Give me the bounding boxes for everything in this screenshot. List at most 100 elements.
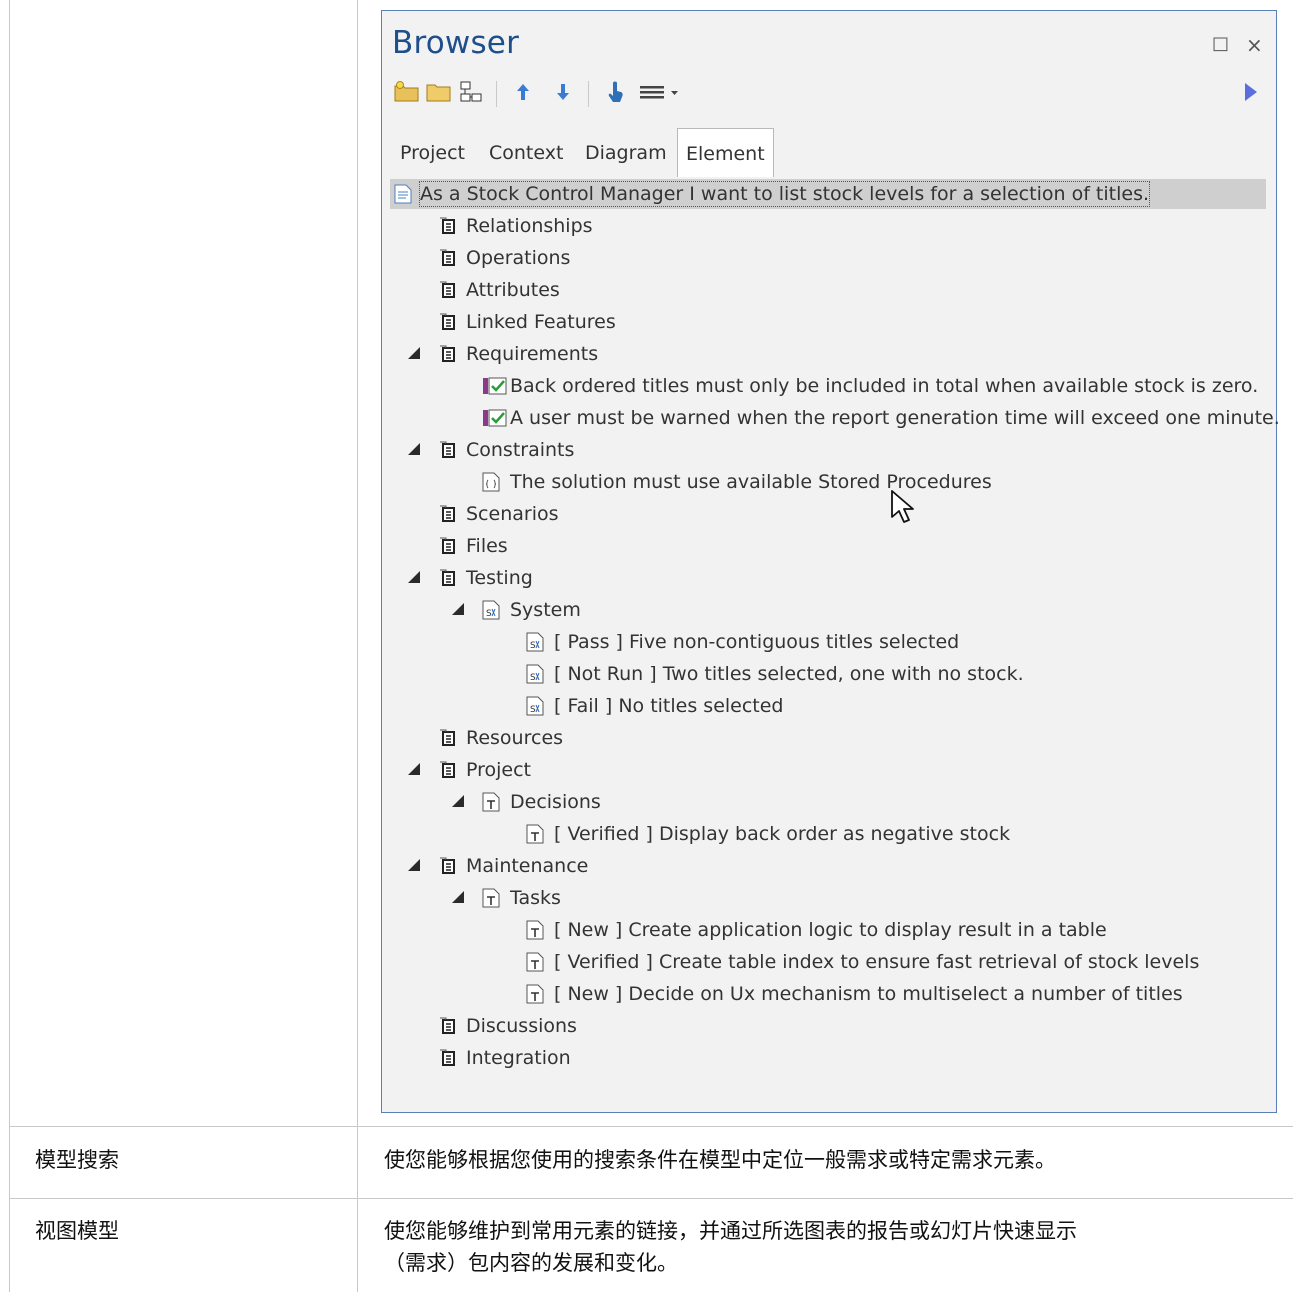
tree-item-task[interactable]: [ Verified ] Create table index to ensur… (390, 947, 1272, 977)
tree-label: [ Verified ] Display back order as negat… (554, 823, 1011, 845)
task-document-icon (482, 888, 500, 908)
tree-item-testing[interactable]: Testing (390, 563, 1272, 593)
constraint-icon (482, 472, 500, 492)
section-icon (440, 505, 455, 522)
move-up-icon[interactable] (508, 77, 538, 107)
test-document-icon: S (482, 600, 500, 620)
tree-label: Resources (466, 727, 564, 749)
tree-item-requirement[interactable]: A user must be warned when the report ge… (390, 403, 1280, 433)
maximize-button[interactable]: □ (1212, 33, 1229, 54)
tree-label: Project (466, 759, 532, 781)
tree-root-item[interactable]: As a Stock Control Manager I want to lis… (390, 179, 1266, 209)
tree-label: A user must be warned when the report ge… (510, 407, 1280, 429)
tree-label: Requirements (466, 343, 599, 365)
task-document-icon (526, 984, 544, 1004)
tree-item-system[interactable]: S System (390, 595, 1272, 625)
section-icon (440, 281, 455, 298)
folder-icon[interactable] (424, 77, 454, 107)
expand-arrow-icon[interactable] (408, 347, 420, 359)
browser-title: Browser (392, 25, 520, 61)
expand-arrow-icon[interactable] (452, 603, 464, 615)
tree-item-scenarios[interactable]: Scenarios (390, 499, 1272, 529)
expand-arrow-icon[interactable] (452, 795, 464, 807)
tree-label: Maintenance (466, 855, 589, 877)
section-icon (440, 217, 455, 234)
test-document-icon: S (526, 664, 544, 684)
locate-icon[interactable] (600, 77, 630, 107)
tree-item-files[interactable]: Files (390, 531, 1272, 561)
browser-tabs: Project Context Diagram Element (392, 128, 1268, 178)
tab-project[interactable]: Project (392, 128, 473, 178)
task-document-icon (526, 920, 544, 940)
expand-arrow-icon[interactable] (408, 443, 420, 455)
tab-element[interactable]: Element (677, 128, 774, 178)
table-column-divider (357, 0, 358, 1292)
tree-label: [ New ] Decide on Ux mechanism to multis… (554, 983, 1183, 1005)
expand-arrow-icon[interactable] (408, 859, 420, 871)
tree-item-task[interactable]: [ New ] Decide on Ux mechanism to multis… (390, 979, 1272, 1009)
tree-item-test[interactable]: S [ Pass ] Five non-contiguous titles se… (390, 627, 1272, 657)
table-row2-description-line1: 使您能够维护到常用元素的链接，并通过所选图表的报告或幻灯片快速显示 (384, 1219, 1077, 1243)
tree-item-requirement[interactable]: Back ordered titles must only be include… (390, 371, 1272, 401)
play-icon[interactable] (1236, 77, 1266, 107)
section-icon (440, 569, 455, 586)
tree-item-requirements[interactable]: Requirements (390, 339, 1272, 369)
svg-text:S: S (530, 673, 536, 683)
section-icon (440, 313, 455, 330)
tree-label: Constraints (466, 439, 575, 461)
toolbar-separator (588, 81, 589, 107)
tree-item-resources[interactable]: Resources (390, 723, 1272, 753)
tree-item-relationships[interactable]: Relationships (390, 211, 1272, 241)
document-icon (394, 184, 412, 204)
tree-label: Files (466, 535, 508, 557)
expand-arrow-icon[interactable] (408, 763, 420, 775)
section-icon (440, 761, 455, 778)
tree-label: Decisions (510, 791, 601, 813)
tree-label: [ Fail ] No titles selected (554, 695, 784, 717)
tree-label: System (510, 599, 581, 621)
tree-item-test[interactable]: S [ Fail ] No titles selected (390, 691, 1272, 721)
section-icon (440, 249, 455, 266)
tree-item-project[interactable]: Project (390, 755, 1272, 785)
svg-text:S: S (530, 705, 536, 715)
expand-arrow-icon[interactable] (408, 571, 420, 583)
tree-label: [ Not Run ] Two titles selected, one wit… (554, 663, 1024, 685)
diagram-icon[interactable] (456, 77, 486, 107)
task-document-icon (482, 792, 500, 812)
tree-label: Tasks (510, 887, 561, 909)
menu-icon[interactable] (636, 77, 684, 107)
task-document-icon (526, 824, 544, 844)
element-tree: As a Stock Control Manager I want to lis… (390, 177, 1280, 1107)
tree-item-decisions[interactable]: Decisions (390, 787, 1272, 817)
tree-item-integration[interactable]: Integration (390, 1043, 1272, 1073)
tree-label: Attributes (466, 279, 560, 301)
tree-item-maintenance[interactable]: Maintenance (390, 851, 1272, 881)
tree-label: Linked Features (466, 311, 616, 333)
section-icon (440, 537, 455, 554)
tree-item-linked-features[interactable]: Linked Features (390, 307, 1272, 337)
tree-item-constraints[interactable]: Constraints (390, 435, 1272, 465)
tree-label: Scenarios (466, 503, 559, 525)
close-button[interactable]: × (1246, 33, 1263, 57)
tree-item-task[interactable]: [ New ] Create application logic to disp… (390, 915, 1272, 945)
svg-text:S: S (486, 609, 492, 619)
section-icon (440, 857, 455, 874)
requirement-check-icon (483, 409, 507, 427)
tab-context[interactable]: Context (481, 128, 571, 178)
tree-label: Integration (466, 1047, 571, 1069)
table-row2-description-line2: （需求）包内容的发展和变化。 (384, 1251, 678, 1275)
tree-item-decision[interactable]: [ Verified ] Display back order as negat… (390, 819, 1272, 849)
tree-item-attributes[interactable]: Attributes (390, 275, 1272, 305)
expand-arrow-icon[interactable] (452, 891, 464, 903)
tab-diagram[interactable]: Diagram (577, 128, 675, 178)
table-row-divider-1 (9, 1126, 1293, 1127)
tree-item-operations[interactable]: Operations (390, 243, 1272, 273)
tree-item-constraint[interactable]: The solution must use available Stored P… (390, 467, 1272, 497)
tree-label: The solution must use available Stored P… (510, 471, 992, 493)
new-package-icon[interactable] (392, 77, 422, 107)
tree-item-test[interactable]: S [ Not Run ] Two titles selected, one w… (390, 659, 1272, 689)
tree-item-tasks[interactable]: Tasks (390, 883, 1272, 913)
tree-item-discussions[interactable]: Discussions (390, 1011, 1272, 1041)
section-icon (440, 1017, 455, 1034)
move-down-icon[interactable] (548, 77, 578, 107)
